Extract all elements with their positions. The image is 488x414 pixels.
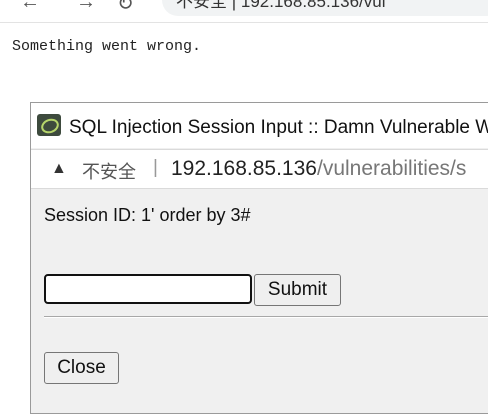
security-label[interactable]: 不安全 <box>82 158 136 184</box>
popup-url[interactable]: 192.168.85.136/vulnerabilities/s <box>171 157 466 181</box>
warning-icon[interactable]: ▲ <box>51 160 67 178</box>
popup-title: SQL Injection Session Input :: Damn Vuln… <box>69 117 488 138</box>
url-path: /vulnerabilities/s <box>316 157 467 180</box>
main-address-bar[interactable]: 不安全 | 192.168.85.136/vul <box>162 0 488 16</box>
url-host: 192.168.85.136 <box>171 157 317 180</box>
dvwa-logo-icon <box>37 114 61 136</box>
popup-titlebar[interactable]: SQL Injection Session Input :: Damn Vuln… <box>31 103 488 148</box>
back-arrow-icon[interactable]: ← <box>20 0 40 14</box>
address-separator: | <box>153 157 158 178</box>
divider <box>44 316 488 318</box>
error-message: Something went wrong. <box>12 38 202 55</box>
main-address-text: 不安全 | 192.168.85.136/vul <box>176 0 386 11</box>
popup-address-bar[interactable]: ▲ 不安全 | 192.168.85.136/vulnerabilities/s <box>31 149 488 189</box>
popup-content: Session ID: 1' order by 3# Submit Close <box>31 189 488 413</box>
session-id-input[interactable] <box>44 274 252 304</box>
popup-window: SQL Injection Session Input :: Damn Vuln… <box>30 102 488 414</box>
session-id-text: Session ID: 1' order by 3# <box>44 205 251 225</box>
forward-arrow-icon[interactable]: → <box>76 0 96 14</box>
close-button[interactable]: Close <box>44 352 119 384</box>
reload-icon[interactable]: ↻ <box>117 0 134 16</box>
submit-button[interactable]: Submit <box>254 274 341 306</box>
main-browser-toolbar: ← → ↻ 不安全 | 192.168.85.136/vul <box>0 0 488 23</box>
